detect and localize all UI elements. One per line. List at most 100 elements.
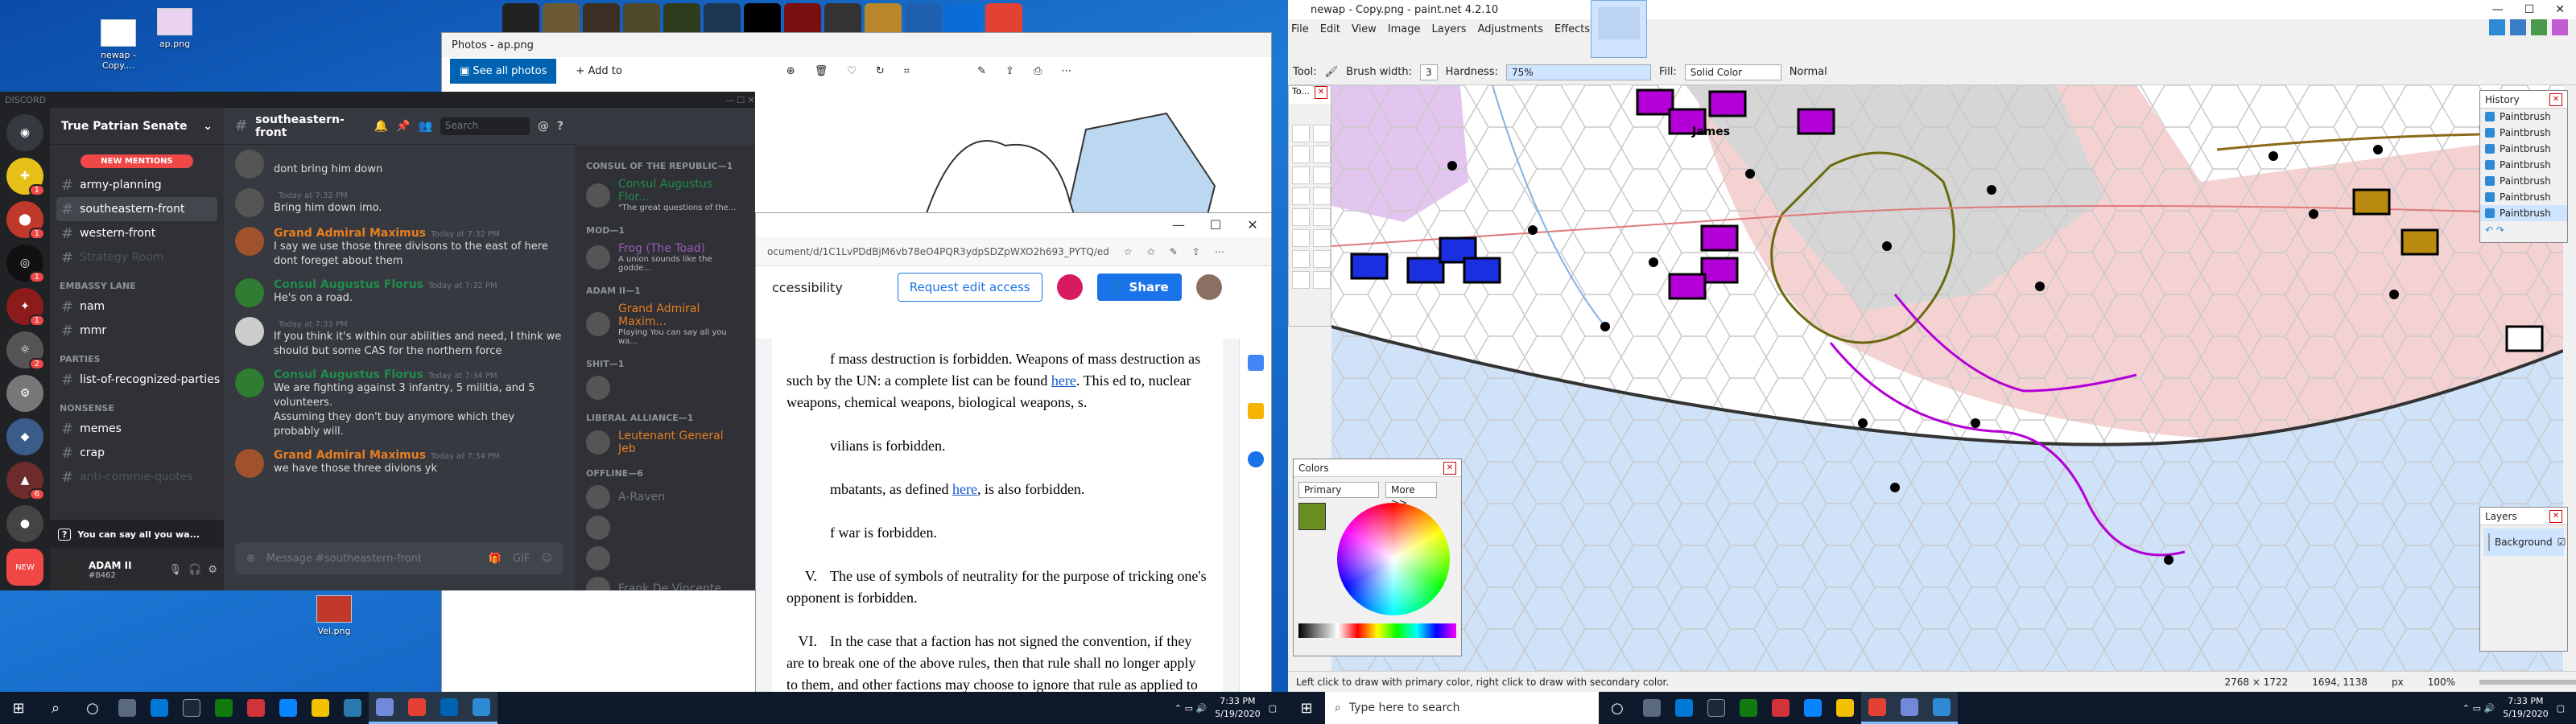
cortana-icon[interactable]: ○ <box>74 692 111 724</box>
tools-toggle-icon[interactable] <box>2489 19 2505 35</box>
tool-button[interactable] <box>1313 271 1331 289</box>
edge-icon[interactable] <box>1797 692 1829 724</box>
channel-item[interactable]: # anti-commie-quotes <box>50 465 224 489</box>
close-icon[interactable]: ✕ <box>2549 509 2562 523</box>
pen-icon[interactable]: ✎ <box>1170 246 1178 257</box>
menu-item[interactable]: Layers <box>1432 23 1467 35</box>
unit-selector[interactable]: px <box>2392 677 2404 688</box>
tool-button[interactable] <box>1313 208 1331 226</box>
custom-status-banner[interactable]: ? You can say all you wa... <box>50 520 224 549</box>
history-item[interactable]: Paintbrush <box>2480 109 2567 125</box>
channel-item[interactable]: # western-front <box>50 221 224 245</box>
home-icon[interactable]: ◉ <box>6 114 43 151</box>
mention-icon[interactable]: @ <box>538 120 549 133</box>
add-attachment-icon[interactable]: ⊕ <box>246 553 255 565</box>
headphones-icon[interactable]: 🎧 <box>188 564 201 576</box>
history-toggle-icon[interactable] <box>2510 19 2526 35</box>
maximize-icon[interactable]: ☐ <box>2524 3 2535 16</box>
taskview-icon[interactable] <box>111 692 143 724</box>
rotate-icon[interactable]: ↻ <box>876 65 885 77</box>
tasks-icon[interactable] <box>1247 451 1264 467</box>
tool-button[interactable] <box>1292 229 1310 247</box>
tool-button[interactable] <box>1313 229 1331 247</box>
server-icon[interactable]: ✦ 1 <box>6 288 45 327</box>
message-author[interactable]: Grand Admiral Maximus <box>274 449 426 462</box>
calendar-icon[interactable] <box>1247 355 1264 371</box>
color-wheel[interactable] <box>1337 503 1450 615</box>
image-thumbnail-tab[interactable] <box>1591 0 1647 58</box>
mic-icon[interactable]: 🎙 <box>169 564 183 576</box>
message-author[interactable]: Consul Augustus Florus <box>274 368 423 381</box>
avatar[interactable] <box>235 368 264 397</box>
primary-color-swatch[interactable] <box>1298 503 1326 530</box>
window-controls[interactable]: — ☐ ✕ <box>2492 3 2576 16</box>
close-icon[interactable]: ✕ <box>1315 86 1327 99</box>
store-icon[interactable] <box>336 692 369 724</box>
address-bar[interactable]: ocument/d/1C1LvPDdBjM6vb78eO4PQR3ydpSDZp… <box>767 246 1109 257</box>
see-all-photos-button[interactable]: ▣ See all photos <box>450 58 557 84</box>
paintbrush-icon[interactable]: 🖌 <box>1325 66 1339 78</box>
tool-button[interactable] <box>1292 250 1310 268</box>
member-item[interactable]: Grand Admiral Maxim... Playing You can sa… <box>575 299 755 349</box>
color-mode-dropdown[interactable]: Primary <box>1298 482 1379 498</box>
close-icon[interactable]: ✕ <box>2549 93 2562 106</box>
tool-button[interactable] <box>1313 167 1331 184</box>
member-item[interactable]: Leutenant General Jeb <box>575 426 755 459</box>
channel-item[interactable]: # army-planning <box>50 173 224 197</box>
channel-item[interactable]: # mmr <box>50 319 224 343</box>
close-icon[interactable]: ✕ <box>1443 461 1456 475</box>
window-controls[interactable]: — ☐ ✕ <box>756 213 1271 237</box>
member-item[interactable] <box>575 543 755 574</box>
menu-item[interactable]: Adjustments <box>1478 23 1543 35</box>
fill-dropdown[interactable]: Solid Color <box>1684 64 1781 80</box>
layers-toggle-icon[interactable] <box>2531 19 2547 35</box>
member-item[interactable]: Frog (The Toad) A union sounds like the g… <box>575 239 755 276</box>
chrome-taskbar-icon[interactable] <box>401 692 433 724</box>
server-header[interactable]: True Patrian Senate ⌄ <box>50 108 224 145</box>
zoom-slider[interactable] <box>2479 679 2576 685</box>
pin-icon[interactable]: 📌 <box>396 120 410 133</box>
tool-button[interactable] <box>1313 146 1331 163</box>
desktop-icon-ap[interactable]: ap.png <box>147 8 203 49</box>
member-item[interactable] <box>575 372 755 403</box>
history-item[interactable]: Paintbrush <box>2480 173 2567 189</box>
start-button[interactable]: ⊞ <box>1288 692 1325 724</box>
color-palette[interactable] <box>1298 623 1456 638</box>
colors-toggle-icon[interactable] <box>2552 19 2568 35</box>
avatar[interactable] <box>235 449 264 478</box>
history-item[interactable]: Paintbrush <box>2480 205 2567 221</box>
steam-icon[interactable] <box>175 692 208 724</box>
avatar[interactable] <box>235 188 264 217</box>
server-icon[interactable]: ◎ 1 <box>6 245 45 283</box>
image-canvas[interactable]: James <box>1331 85 2563 671</box>
avatar[interactable] <box>235 227 264 256</box>
discord-taskbar-icon[interactable] <box>369 692 401 724</box>
favorite-star-icon[interactable]: ☆ <box>1124 246 1133 257</box>
history-item[interactable]: Paintbrush <box>2480 189 2567 205</box>
tray-icons[interactable]: ⌃ ▭ 🔊 <box>1174 703 1207 714</box>
channel-category[interactable]: EMBASSY LANE <box>50 269 224 294</box>
channel-item[interactable]: # Strategy Room <box>50 245 224 269</box>
more-icon[interactable]: ⋯ <box>1215 246 1224 257</box>
add-to-button[interactable]: + Add to <box>576 65 621 77</box>
avatar[interactable] <box>235 278 264 307</box>
member-item[interactable]: Frank De Vincente <box>575 574 755 590</box>
more-icon[interactable]: ⋯ <box>1061 65 1071 77</box>
document-link[interactable]: here <box>1051 372 1076 389</box>
paint-taskbar-icon[interactable] <box>1926 692 1958 724</box>
share-icon[interactable]: ⇪ <box>1005 65 1014 77</box>
member-item[interactable] <box>575 512 755 543</box>
bell-icon[interactable]: 🔔 <box>374 120 388 133</box>
settings-gear-icon[interactable]: ⚙ <box>208 564 217 576</box>
maximize-icon[interactable]: ☐ <box>1197 213 1234 237</box>
history-item[interactable]: Paintbrush <box>2480 141 2567 157</box>
menu-item[interactable]: File <box>1291 23 1309 35</box>
channel-category[interactable]: PARTIES <box>50 343 224 368</box>
minimize-icon[interactable]: — <box>1160 213 1197 237</box>
media-icon[interactable] <box>1765 692 1797 724</box>
layer-item[interactable]: Background ☑ <box>2483 529 2566 556</box>
chrome-taskbar-icon[interactable] <box>1861 692 1893 724</box>
zoom-icon[interactable]: ⊕ <box>786 65 795 77</box>
message-author[interactable]: Consul Augustus Florus <box>274 278 423 291</box>
close-icon[interactable]: ✕ <box>2555 3 2565 16</box>
